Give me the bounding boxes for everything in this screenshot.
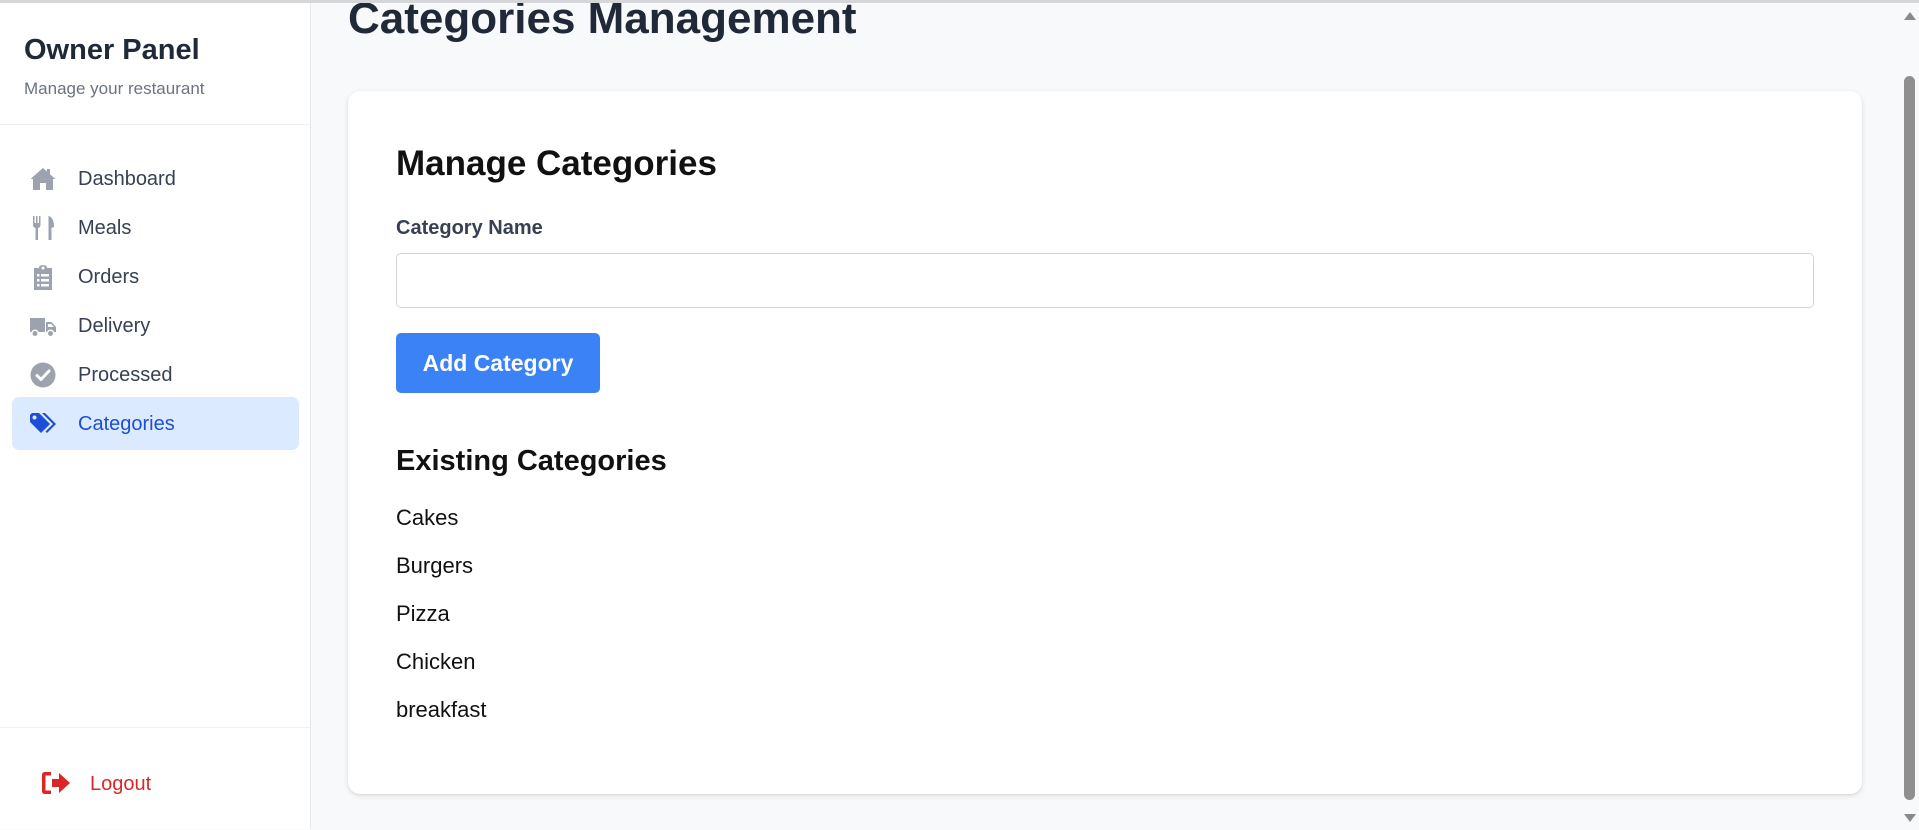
panel-subtitle: Manage your restaurant [24, 79, 205, 98]
categories-list: Cakes Burgers Pizza Chicken breakfast [396, 501, 487, 741]
truck-icon [29, 312, 57, 340]
sidebar-item-label: Meals [78, 217, 132, 239]
existing-categories-title: Existing Categories [396, 445, 667, 477]
sidebar-footer: Logout [0, 727, 310, 830]
scrollbar-thumb[interactable] [1904, 76, 1915, 800]
sidebar-item-label: Processed [78, 364, 173, 386]
card-title: Manage Categories [396, 144, 717, 183]
logout-label: Logout [90, 773, 152, 795]
sidebar-item-label: Orders [78, 266, 140, 288]
sidebar-item-label: Delivery [78, 315, 151, 337]
sidebar-brand: Owner Panel Manage your restaurant [0, 0, 310, 125]
add-category-button[interactable]: Add Category [396, 333, 600, 393]
tags-icon [29, 410, 57, 438]
vertical-scrollbar[interactable] [1899, 0, 1919, 829]
categories-card: Manage Categories Category Name Add Cate… [348, 91, 1862, 794]
category-item: Burgers [396, 553, 474, 578]
sidebar-item-orders[interactable]: Orders [12, 250, 299, 303]
sign-out-icon [40, 769, 72, 797]
home-icon [29, 165, 57, 193]
clipboard-list-icon [29, 263, 57, 291]
category-item: Cakes [396, 505, 459, 530]
category-name-input[interactable] [396, 253, 1814, 308]
logout-button[interactable]: Logout [26, 768, 226, 802]
sidebar: Owner Panel Manage your restaurant Dashb… [0, 0, 311, 829]
sidebar-item-processed[interactable]: Processed [12, 348, 299, 401]
check-circle-icon [29, 361, 57, 389]
category-item: breakfast [396, 697, 487, 722]
sidebar-item-label: Dashboard [78, 168, 176, 190]
sidebar-item-categories[interactable]: Categories [12, 397, 299, 450]
window-top-border [0, 0, 1919, 3]
sidebar-item-delivery[interactable]: Delivery [12, 299, 299, 352]
sidebar-item-dashboard[interactable]: Dashboard [12, 152, 299, 205]
sidebar-item-meals[interactable]: Meals [12, 201, 299, 254]
page-title: Categories Management [348, 0, 857, 43]
category-item: Chicken [396, 649, 476, 674]
category-item: Pizza [396, 601, 450, 626]
category-name-label: Category Name [396, 217, 543, 239]
panel-title: Owner Panel [24, 34, 200, 66]
scroll-up-arrow-icon[interactable] [1904, 12, 1916, 20]
utensils-icon [29, 214, 57, 242]
sidebar-item-label: Categories [78, 413, 175, 435]
scroll-down-arrow-icon[interactable] [1904, 814, 1916, 822]
